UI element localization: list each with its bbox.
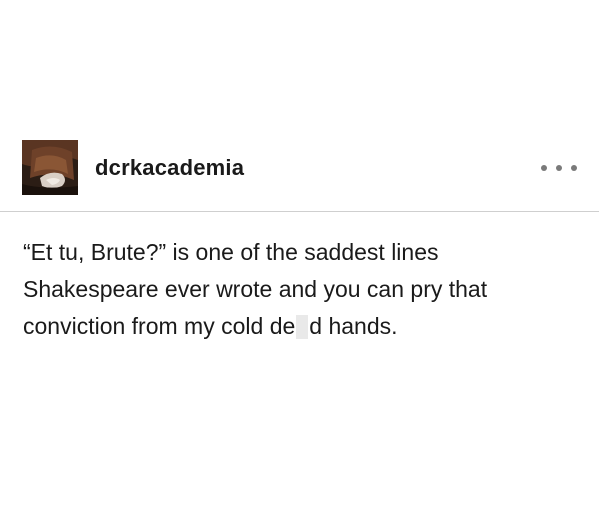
- avatar[interactable]: [22, 140, 78, 195]
- divider: [0, 211, 599, 212]
- post-text-line: conviction from my cold de d hands.: [23, 308, 583, 345]
- more-options-button[interactable]: [541, 160, 577, 176]
- post-text-line: Shakespeare ever wrote and you can pry t…: [23, 276, 488, 302]
- ellipsis-icon: [571, 165, 577, 171]
- username-link[interactable]: dcrkacademia: [95, 155, 244, 181]
- ellipsis-icon: [541, 165, 547, 171]
- post-text-fragment: d hands.: [309, 313, 398, 339]
- post-text-fragment: conviction from my cold de: [23, 313, 296, 339]
- avatar-photo-icon: [22, 140, 78, 195]
- ellipsis-icon: [556, 165, 562, 171]
- post-text-line: “Et tu, Brute?” is one of the saddest li…: [23, 239, 439, 265]
- post-header: dcrkacademia: [22, 140, 577, 196]
- obscured-character: [296, 315, 309, 339]
- post-card: dcrkacademia “Et tu, Brute?” is one of t…: [0, 0, 599, 507]
- post-body: “Et tu, Brute?” is one of the saddest li…: [23, 234, 583, 345]
